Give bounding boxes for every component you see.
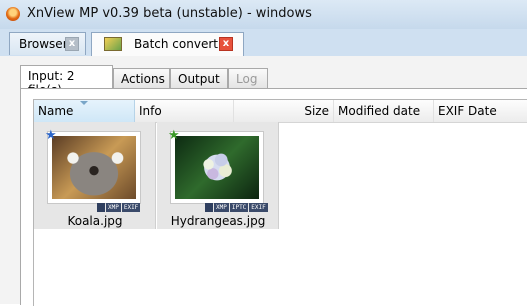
title-bar: XnView MP v0.39 beta (unstable) - window… <box>0 0 527 29</box>
tab-log: Log <box>228 68 268 88</box>
column-header-exif-date[interactable]: EXIF Date <box>434 100 527 122</box>
column-name-label: Name <box>38 104 74 118</box>
star-rating-icon: ★ <box>168 128 180 143</box>
column-info-label: Info <box>139 104 162 118</box>
xmp-badge: XMP <box>214 203 229 212</box>
tab-batch-convert-label: Batch convert <box>134 37 218 51</box>
metadata-badges: XMP EXIF <box>97 203 141 212</box>
image-format-icon <box>205 203 213 212</box>
input-tab-content: Name Info Size Modified date EXIF Date ★… <box>20 88 527 306</box>
sort-arrow-icon <box>80 101 88 105</box>
tab-browser-label: Browser <box>19 37 68 51</box>
hydrangeas-thumbnail-image <box>175 136 259 199</box>
tab-batch-convert[interactable]: Batch convert x <box>91 32 244 57</box>
metadata-badges: XMP IPTC EXIF <box>205 203 268 212</box>
column-header-size[interactable]: Size <box>234 100 334 122</box>
column-header-name[interactable]: Name <box>34 100 135 122</box>
star-rating-icon: ★ <box>45 128 57 143</box>
tab-output[interactable]: Output <box>170 68 228 88</box>
thumbnail-item[interactable]: ★ XMP IPTC EXIF Hydrangeas.jpg <box>157 122 279 229</box>
thumbnail-item[interactable]: ★ XMP EXIF Koala.jpg <box>34 122 156 229</box>
exif-badge: EXIF <box>121 203 141 212</box>
tab-input[interactable]: Input: 2 file(s) <box>20 65 113 97</box>
column-modified-label: Modified date <box>338 104 421 118</box>
list-header: Name Info Size Modified date EXIF Date <box>34 100 527 123</box>
column-size-label: Size <box>304 104 329 118</box>
column-header-modified-date[interactable]: Modified date <box>334 100 434 122</box>
thumbnail-caption: Koala.jpg <box>67 214 123 228</box>
xmp-badge: XMP <box>106 203 121 212</box>
column-exif-label: EXIF Date <box>438 104 497 118</box>
document-tab-strip: Browser x Batch convert x <box>0 29 527 57</box>
iptc-badge: IPTC <box>229 203 249 212</box>
exif-badge: EXIF <box>249 203 268 212</box>
thumbnail-caption: Hydrangeas.jpg <box>170 214 266 228</box>
thumbnail-frame: ★ XMP IPTC EXIF <box>168 128 268 212</box>
batch-convert-icon <box>104 37 122 51</box>
tab-actions[interactable]: Actions <box>113 68 170 88</box>
batch-convert-panel: Input: 2 file(s) Actions Output Log Name… <box>0 56 527 306</box>
thumbnail-frame: ★ XMP EXIF <box>45 128 141 212</box>
image-format-icon <box>97 203 105 212</box>
file-list[interactable]: Name Info Size Modified date EXIF Date ★… <box>33 99 527 306</box>
column-header-info[interactable]: Info <box>135 100 234 122</box>
xnview-app-icon[interactable] <box>6 7 20 21</box>
close-icon[interactable]: x <box>219 37 233 51</box>
window-title: XnView MP v0.39 beta (unstable) - window… <box>27 6 312 21</box>
tab-browser[interactable]: Browser x <box>9 32 86 55</box>
koala-thumbnail-image <box>52 136 136 199</box>
close-icon[interactable]: x <box>65 37 79 51</box>
